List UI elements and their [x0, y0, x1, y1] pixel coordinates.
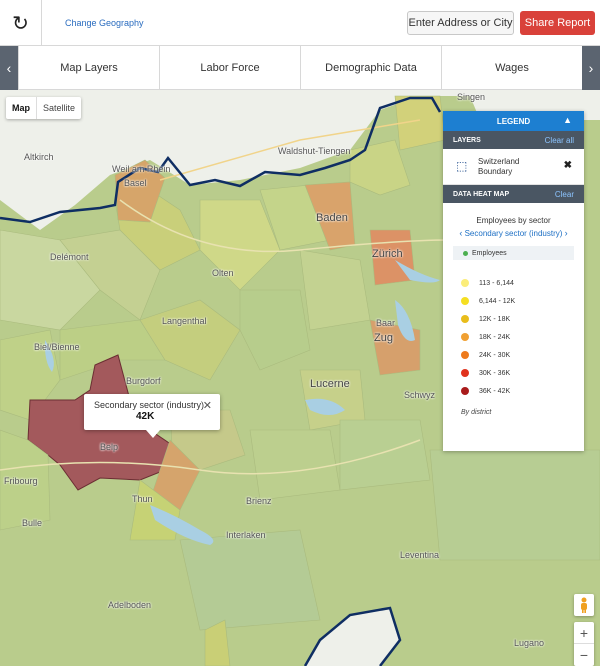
clear-link[interactable]: Clear	[555, 190, 574, 199]
legend-subtitle: Employees by sector	[476, 216, 551, 225]
place-baden: Baden	[316, 212, 348, 224]
tab-labor-force[interactable]: Labor Force	[159, 46, 300, 90]
legend-footer: By district	[461, 409, 492, 416]
legend-scale-row: 18K - 24K	[443, 328, 584, 346]
place-burgdorf: Burgdorf	[126, 376, 161, 386]
place-schwyz: Schwyz	[404, 390, 436, 400]
place-thun: Thun	[132, 494, 153, 504]
street-view-icon[interactable]	[574, 594, 594, 616]
legend-scale-label: 36K - 42K	[479, 387, 511, 395]
legend-swatch	[461, 351, 469, 359]
legend-scale-label: 18K - 24K	[479, 333, 511, 341]
legend-scale-label: 24K - 30K	[479, 351, 511, 359]
legend-scale-row: 36K - 42K	[443, 382, 584, 400]
place-basel: Basel	[124, 178, 147, 188]
share-report-button[interactable]: Share Report	[520, 11, 595, 35]
legend-scale-row: 12K - 18K	[443, 310, 584, 328]
legend-scale-row: 24K - 30K	[443, 346, 584, 364]
heat-map-header: DATA HEAT MAP	[453, 190, 510, 198]
chevron-right-icon[interactable]: ›	[565, 228, 568, 238]
legend-scale-label: 6,144 - 12K	[479, 297, 516, 305]
district-tooltip: Secondary sector (industry) 42K ✕	[84, 394, 220, 438]
color-scale: 113 - 6,144 6,144 - 12K 12K - 18K 18K - 24K…	[443, 274, 584, 400]
legend-swatch	[461, 387, 469, 395]
refresh-icon[interactable]: ↻	[0, 0, 42, 46]
place-adelboden: Adelboden	[108, 600, 152, 610]
place-waldshut: Waldshut-Tiengen	[278, 146, 351, 156]
place-singen: Singen	[457, 92, 486, 102]
legend-scale-row: 30K - 36K	[443, 364, 584, 382]
place-bulle: Bulle	[22, 518, 43, 528]
tab-demographic-data[interactable]: Demographic Data	[300, 46, 441, 90]
chevron-up-icon[interactable]: ▲	[563, 115, 572, 125]
legend-swatch	[461, 297, 469, 305]
place-tessin: Leventina	[400, 550, 440, 560]
zoom-control: + −	[574, 622, 594, 666]
place-fribourg: Fribourg	[4, 476, 38, 486]
legend-swatch	[461, 369, 469, 377]
clear-all-link[interactable]: Clear all	[545, 136, 574, 145]
chevron-left-icon[interactable]: ‹	[459, 228, 462, 238]
place-weil: Weil am Rhein	[112, 164, 171, 174]
tooltip-tail	[146, 430, 160, 438]
layer-name: Switzerland Boundary	[478, 157, 520, 176]
metric-row: Employees	[453, 246, 574, 260]
green-dot-icon	[463, 250, 468, 256]
legend-scale-row: 113 - 6,144	[443, 274, 584, 292]
sector-label: Secondary sector (industry)	[464, 229, 563, 238]
tab-map-layers[interactable]: Map Layers	[18, 46, 159, 90]
enter-address-button[interactable]: Enter Address or City	[407, 11, 514, 35]
tooltip-value: 42K	[136, 411, 155, 422]
close-icon[interactable]: ✕	[203, 399, 212, 412]
place-langenthal: Langenthal	[162, 316, 207, 326]
legend-title: LEGEND	[496, 116, 531, 126]
layer-item[interactable]: ⬚ Switzerland Boundary ✖	[443, 149, 584, 185]
legend-panel: LEGEND ▲ LAYERS Clear all ⬚ Switzerland …	[443, 111, 584, 451]
place-interlaken: Interlaken	[226, 530, 266, 540]
tab-scroll-left-icon[interactable]: ‹	[0, 46, 18, 90]
legend-scale-label: 12K - 18K	[479, 315, 511, 323]
tooltip-label: Secondary sector (industry)	[94, 400, 205, 410]
place-brienz: Brienz	[246, 496, 272, 506]
change-geography-link[interactable]: Change Geography	[65, 18, 144, 28]
map-type-map[interactable]: Map	[6, 97, 36, 119]
heat-map-bar: DATA HEAT MAP Clear	[443, 185, 584, 203]
place-zurich: Zürich	[372, 248, 403, 260]
metric-label: Employees	[472, 249, 507, 257]
legend-swatch	[461, 333, 469, 341]
legend-swatch	[461, 315, 469, 323]
legend-header[interactable]: LEGEND ▲	[443, 111, 584, 131]
sector-selector[interactable]: ‹ Secondary sector (industry) ›	[443, 228, 584, 238]
zoom-in-button[interactable]: +	[574, 622, 594, 644]
place-biel: Biel/Bienne	[34, 342, 80, 352]
layers-header: LAYERS	[453, 136, 481, 144]
legend-scale-label: 113 - 6,144	[479, 279, 514, 287]
tab-scroll-right-icon[interactable]: ›	[582, 46, 600, 90]
zoom-out-button[interactable]: −	[574, 644, 594, 666]
place-belp: Belp	[100, 442, 119, 452]
map-type-control: Map Satellite	[6, 97, 82, 119]
legend-scale-row: 6,144 - 12K	[443, 292, 584, 310]
place-olten: Olten	[212, 268, 234, 278]
legend-scale-label: 30K - 36K	[479, 369, 511, 377]
place-baar: Baar	[376, 318, 396, 328]
boundary-icon: ⬚	[456, 159, 468, 173]
map-type-satellite[interactable]: Satellite	[36, 97, 81, 119]
top-bar: ↻ Change Geography Enter Address or City…	[0, 0, 600, 46]
remove-layer-icon[interactable]: ✖	[564, 160, 572, 171]
layers-bar: LAYERS Clear all	[443, 131, 584, 149]
place-zug: Zug	[374, 332, 393, 344]
place-lucerne: Lucerne	[310, 378, 350, 390]
tab-bar: ‹ Map Layers Labor Force Demographic Dat…	[0, 46, 600, 90]
place-lugano: Lugano	[514, 638, 545, 648]
tab-wages[interactable]: Wages	[441, 46, 582, 90]
legend-swatch	[461, 279, 469, 287]
place-delemont: Delémont	[50, 252, 89, 262]
place-altkirch: Altkirch	[24, 152, 54, 162]
